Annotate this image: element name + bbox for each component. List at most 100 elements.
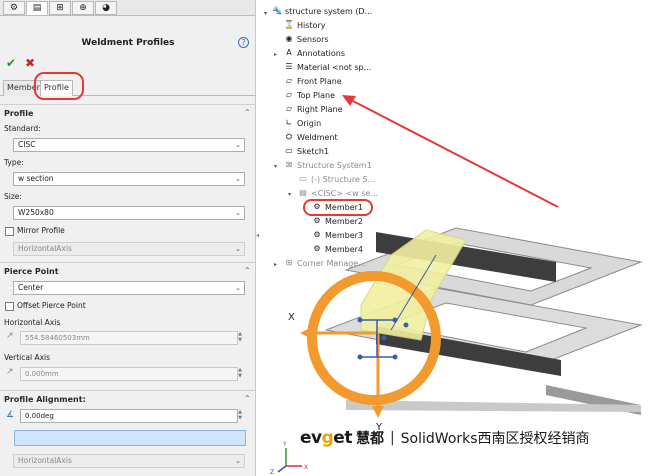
brand-footer: evget 慧都 | SolidWorks西南区授权经销商 xyxy=(300,428,590,448)
tree-item-history[interactable]: ⌛ History xyxy=(284,20,325,30)
vertical-axis-field[interactable]: 0.000mm xyxy=(20,367,238,381)
mirror-profile-label: Mirror Profile xyxy=(17,226,65,235)
type-select[interactable]: w section ⌄ xyxy=(13,172,245,186)
configuration-manager-tab[interactable]: ⊞ xyxy=(49,1,71,15)
part-icon: 🔩 xyxy=(272,6,282,15)
member-icon: ⚙ xyxy=(313,216,321,225)
structure-icon: ⊠ xyxy=(285,160,293,169)
chevron-up-icon[interactable]: ⌃ xyxy=(244,108,251,117)
expand-icon[interactable]: ▸ xyxy=(274,51,277,58)
tree-item-member3[interactable]: ⚙ Member3 xyxy=(312,230,363,240)
divider xyxy=(0,104,256,105)
pierce-point-select[interactable]: Center ⌄ xyxy=(13,281,245,295)
tree-item-structure-system1[interactable]: ⊠ Structure System1 xyxy=(284,160,372,170)
ok-button[interactable]: ✔ xyxy=(6,56,16,70)
corner-icon: ⊞ xyxy=(285,258,293,267)
size-select[interactable]: W250x80 ⌄ xyxy=(13,206,245,220)
help-icon[interactable]: ? xyxy=(238,37,249,48)
brand-logo: evget xyxy=(300,428,352,448)
feature-manager-tab[interactable]: ⚙ xyxy=(3,1,25,15)
divider xyxy=(0,262,256,263)
collapse-icon[interactable]: ▾ xyxy=(264,10,267,17)
pierce-point-value: Center xyxy=(18,283,44,292)
collapse-icon[interactable]: ▾ xyxy=(274,163,277,170)
chevron-up-icon[interactable]: ⌃ xyxy=(244,266,251,275)
horizontal-offset-icon: ↗ xyxy=(6,331,14,341)
horizontal-axis-spinner[interactable]: ▲ ▼ xyxy=(236,331,244,345)
profile-section-header[interactable]: Profile xyxy=(4,109,33,118)
material-icon: ☰ xyxy=(285,62,293,71)
tree-item-structure-sketch[interactable]: ▭ (-) Structure S... xyxy=(298,174,375,184)
tree-item-origin[interactable]: ∟ Origin xyxy=(284,118,322,128)
tree-item-weldment[interactable]: ⛭ Weldment xyxy=(284,132,338,142)
offset-pierce-label: Offset Pierce Point xyxy=(17,301,86,310)
tree-item-top-plane[interactable]: ▱ Top Plane xyxy=(284,90,335,100)
tree-item-sensors[interactable]: ◉ Sensors xyxy=(284,34,329,44)
weldment-icon: ⛭ xyxy=(285,132,293,141)
tree-item-profile-group[interactable]: ▤ <CISC> <w se... xyxy=(298,188,378,198)
tree-item-corner-management[interactable]: ⊞ Corner Manage... xyxy=(284,258,366,268)
chevron-down-icon: ⌄ xyxy=(235,209,241,217)
tree-item-front-plane[interactable]: ▱ Front Plane xyxy=(284,76,342,86)
mirror-profile-checkbox[interactable] xyxy=(5,227,14,236)
plane-icon: ▱ xyxy=(285,76,293,85)
profile-tab-highlight xyxy=(34,72,84,100)
horizontal-axis-field[interactable]: 554.58460503mm xyxy=(20,331,238,345)
chevron-down-icon: ⌄ xyxy=(235,245,241,253)
plane-icon: ▱ xyxy=(285,104,293,113)
tree-item-annotations[interactable]: A Annotations xyxy=(284,48,345,58)
alignment-axis-select[interactable]: HorizontalAxis ⌄ xyxy=(13,454,245,468)
profile-alignment-section-header[interactable]: Profile Alignment: xyxy=(4,395,86,404)
page-title: Weldment Profiles xyxy=(81,38,175,48)
alignment-selection-box[interactable] xyxy=(14,430,246,446)
chevron-up-icon[interactable]: ⌃ xyxy=(244,394,251,403)
property-manager-tab[interactable]: ▤ xyxy=(26,1,48,15)
tree-item-member2[interactable]: ⚙ Member2 xyxy=(312,216,363,226)
chevron-down-icon: ⌄ xyxy=(235,141,241,149)
member1-highlight xyxy=(303,199,373,216)
separator: | xyxy=(389,430,395,446)
tree-item-right-plane[interactable]: ▱ Right Plane xyxy=(284,104,343,114)
standard-select[interactable]: CISC ⌄ xyxy=(13,138,245,152)
angle-icon: ∡ xyxy=(6,410,15,420)
collapse-icon[interactable]: ▾ xyxy=(288,191,291,198)
dimxpert-tab[interactable]: ⊕ xyxy=(72,1,94,15)
vertical-axis-spinner[interactable]: ▲ ▼ xyxy=(236,367,244,381)
cancel-button[interactable]: ✖ xyxy=(25,56,35,70)
standard-value: CISC xyxy=(18,140,36,149)
history-icon: ⌛ xyxy=(284,20,294,29)
alignment-angle-field[interactable]: 0.00deg xyxy=(20,409,238,423)
expand-icon[interactable]: ▸ xyxy=(274,261,277,268)
alignment-angle-spinner[interactable]: ▲ ▼ xyxy=(236,409,244,423)
type-label: Type: xyxy=(4,158,24,167)
vertical-axis-label: Vertical Axis xyxy=(4,353,51,362)
profile-icon: ▤ xyxy=(299,188,307,197)
brand-cn: 慧都 xyxy=(355,431,384,447)
mirror-axis-value: HorizontalAxis xyxy=(18,244,72,253)
tree-item-material[interactable]: ☰ Material <not sp... xyxy=(284,62,371,72)
feature-tree: ▾ 🔩 structure system (D... ⌛ History ◉ Sens… xyxy=(262,0,650,476)
chevron-down-icon: ⌄ xyxy=(235,284,241,292)
type-value: w section xyxy=(18,174,54,183)
chevron-down-icon: ⌄ xyxy=(235,457,241,465)
property-manager: ⚙ ▤ ⊞ ⊕ ◕ Weldment Profiles ? ✔ ✖ Member… xyxy=(0,0,256,476)
sketch-icon: ▭ xyxy=(285,146,293,155)
horizontal-axis-label: Horizontal Axis xyxy=(4,318,61,327)
divider xyxy=(0,390,256,391)
annotation-icon: A xyxy=(286,48,292,57)
tree-item-member4[interactable]: ⚙ Member4 xyxy=(312,244,363,254)
sketch-icon: ▭ xyxy=(299,174,307,183)
vertical-offset-icon: ↗ xyxy=(6,367,14,377)
size-label: Size: xyxy=(4,192,22,201)
origin-icon: ∟ xyxy=(285,118,293,127)
chevron-down-icon: ⌄ xyxy=(235,175,241,183)
size-value: W250x80 xyxy=(18,208,54,217)
tree-root[interactable]: 🔩 structure system (D... xyxy=(272,6,372,16)
display-manager-tab[interactable]: ◕ xyxy=(95,1,117,15)
offset-pierce-checkbox[interactable] xyxy=(5,302,14,311)
pierce-point-section-header[interactable]: Pierce Point xyxy=(4,267,59,276)
alignment-axis-value: HorizontalAxis xyxy=(18,456,72,465)
tree-item-sketch1[interactable]: ▭ Sketch1 xyxy=(284,146,329,156)
sensor-icon: ◉ xyxy=(285,34,293,43)
mirror-axis-select[interactable]: HorizontalAxis ⌄ xyxy=(13,242,245,256)
